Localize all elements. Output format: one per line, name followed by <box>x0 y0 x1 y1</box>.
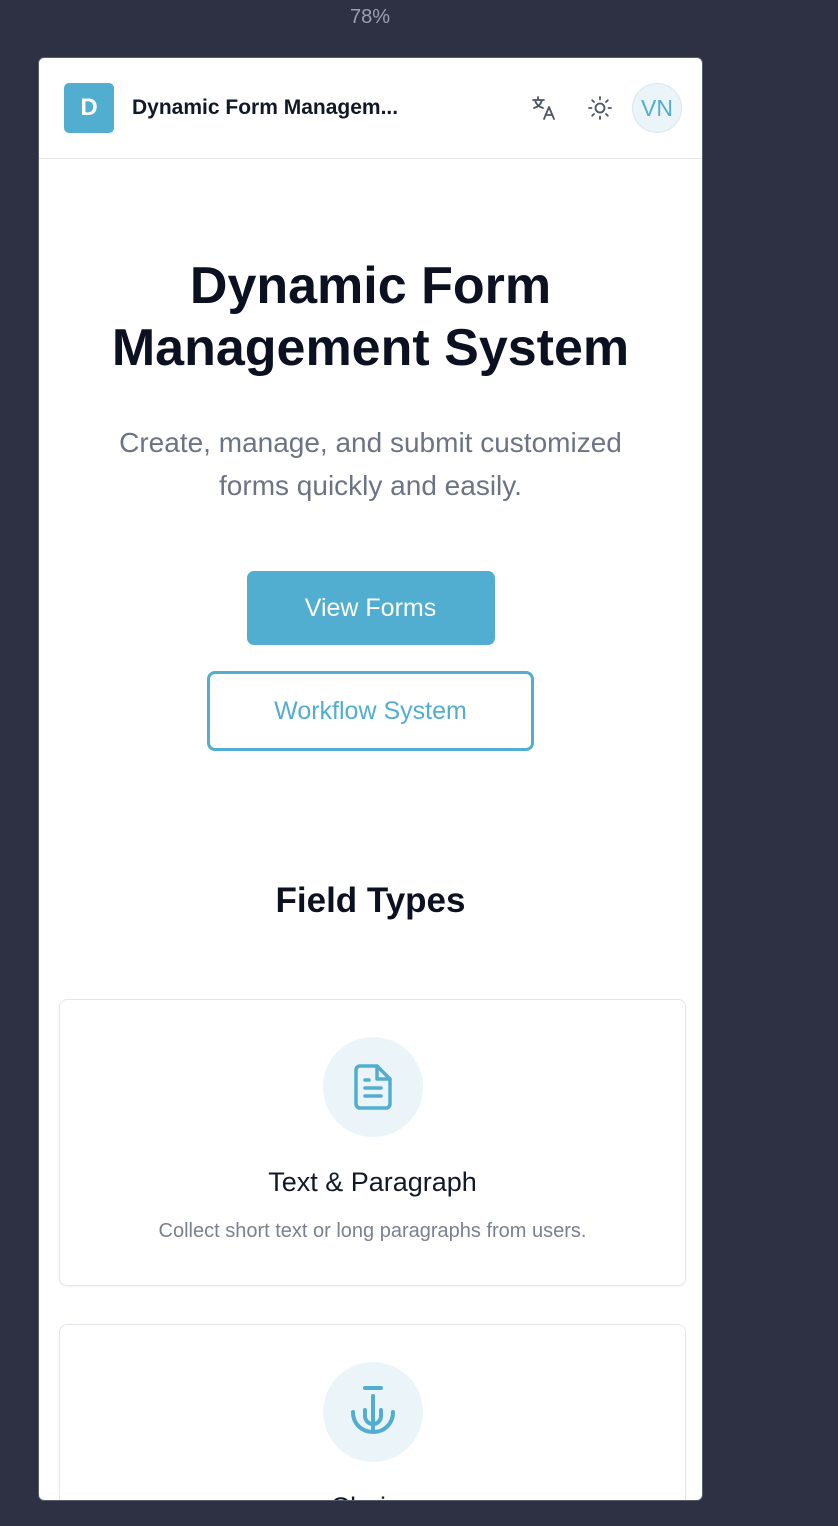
language-button[interactable] <box>524 88 564 128</box>
card-icon-circle <box>322 1362 423 1462</box>
app-title: Dynamic Form Managem... <box>132 96 399 119</box>
app-header: D Dynamic Form Managem... VN <box>39 58 702 159</box>
theme-toggle[interactable] <box>580 88 620 128</box>
card-title: Choice <box>60 1492 685 1500</box>
card-title: Text & Paragraph <box>268 1167 477 1197</box>
field-types-heading: Field Types <box>275 881 466 920</box>
sun-icon <box>588 96 612 120</box>
document-text-icon <box>353 1064 392 1110</box>
user-avatar[interactable]: VN <box>632 83 682 133</box>
app-frame: D Dynamic Form Managem... VN Dynamic For… <box>38 57 703 1501</box>
translate-icon <box>532 96 555 120</box>
page-subtitle: Create, manage, and submit customized fo… <box>119 427 622 501</box>
view-forms-button[interactable]: View Forms <box>246 571 495 645</box>
hero-section: Dynamic Form Management System Create, m… <box>39 159 702 751</box>
choice-icon <box>350 1386 395 1434</box>
zoom-level: 78% <box>349 6 391 28</box>
card-icon-circle <box>322 1037 423 1137</box>
field-type-card[interactable]: Text & Paragraph Collect short text or l… <box>59 999 686 1286</box>
card-description: Collect short text or long paragraphs fr… <box>158 1220 587 1242</box>
page-title: Dynamic Form Management System <box>111 257 630 377</box>
app-logo[interactable]: D <box>64 83 114 133</box>
workflow-system-button[interactable]: Workflow System <box>207 671 534 751</box>
field-type-card[interactable]: Choice <box>59 1324 686 1500</box>
